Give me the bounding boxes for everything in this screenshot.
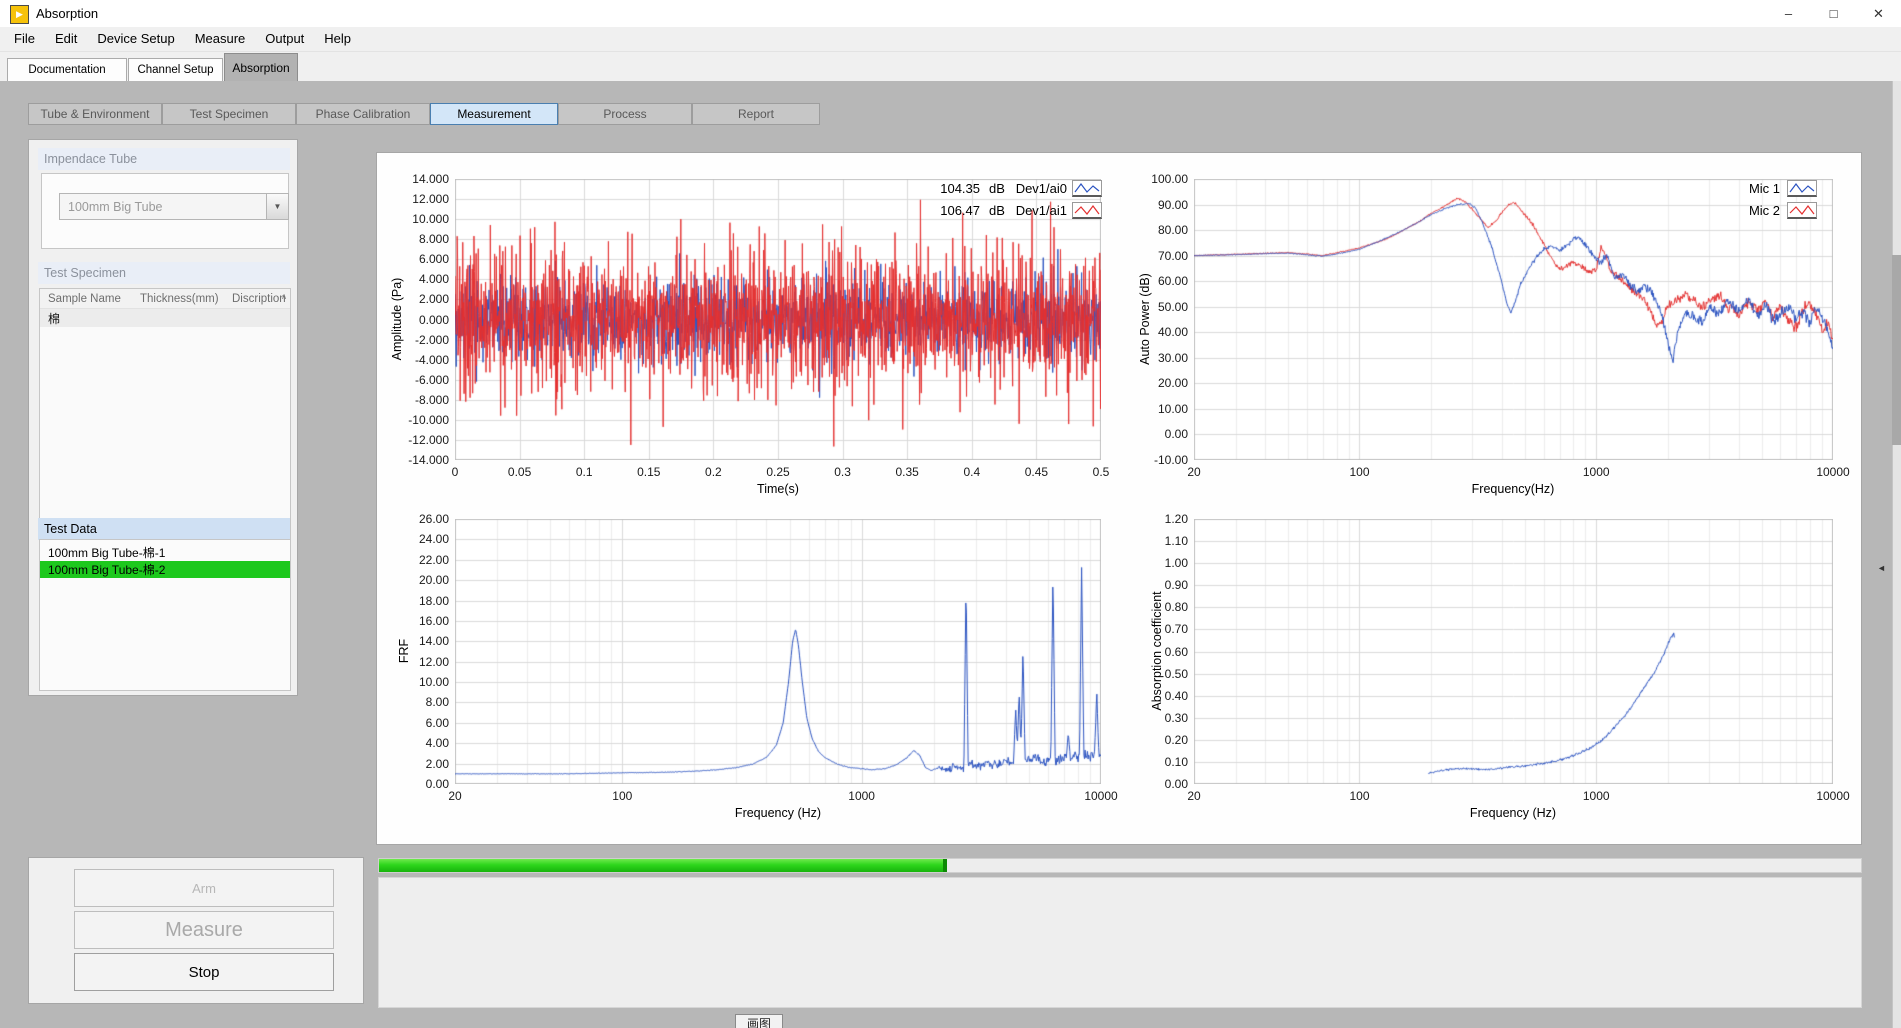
subtab-test-specimen[interactable]: Test Specimen xyxy=(162,103,296,125)
level-value-ai1: 106.47 xyxy=(860,203,980,218)
menu-item-measure[interactable]: Measure xyxy=(185,27,256,51)
list-item[interactable]: 100mm Big Tube-棉-1 xyxy=(40,544,290,561)
lower-empty-panel xyxy=(378,877,1862,1008)
measure-button[interactable]: Measure xyxy=(74,911,334,949)
list-item-selected[interactable]: 100mm Big Tube-棉-2 xyxy=(40,561,290,578)
tab-channel-setup[interactable]: Channel Setup xyxy=(128,58,223,81)
col-discription: Discription xyxy=(232,293,286,305)
plot-style-icon-blue[interactable] xyxy=(1072,180,1102,197)
maximize-button[interactable]: □ xyxy=(1811,0,1856,27)
menu-item-edit[interactable]: Edit xyxy=(45,27,87,51)
plot-style-icon-mic2[interactable] xyxy=(1787,202,1817,219)
collapse-left-icon[interactable]: ◄ xyxy=(1877,563,1886,573)
subtab-tube-environment[interactable]: Tube & Environment xyxy=(28,103,162,125)
chevron-down-icon[interactable]: ▼ xyxy=(266,194,288,219)
menu-item-file[interactable]: File xyxy=(4,27,45,51)
plot-style-icon-red[interactable] xyxy=(1072,202,1102,219)
tab-documentation[interactable]: Documentation xyxy=(7,58,127,81)
col-sample-name: Sample Name xyxy=(40,293,140,305)
main-tab-strip: Documentation Channel Setup Absorption xyxy=(0,52,1901,81)
axis-label-frequency-abs: Frequency (Hz) xyxy=(1470,806,1556,820)
axis-label-frf: FRF xyxy=(397,639,411,663)
plot-style-icon-mic1[interactable] xyxy=(1787,180,1817,197)
level-value-ai0: 104.35 xyxy=(860,181,980,196)
sample-name-cell: 棉 xyxy=(40,310,60,327)
legend-label-mic1: Mic 1 xyxy=(1690,181,1780,196)
tube-select-dropdown[interactable]: 100mm Big Tube ▼ xyxy=(59,193,289,220)
axis-label-frequency-top: Frequency(Hz) xyxy=(1472,482,1555,496)
test-specimen-header: Test Specimen xyxy=(38,262,290,284)
scrollbar-thumb[interactable] xyxy=(1892,255,1901,445)
sidebar-panel: Impendace Tube 100mm Big Tube ▼ Test Spe… xyxy=(28,139,298,696)
title-bar: ▶ Absorption – □ ✕ xyxy=(0,0,1901,27)
menu-bar: File Edit Device Setup Measure Output He… xyxy=(0,27,1901,52)
bottom-tab-huitu[interactable]: 画图 xyxy=(735,1014,783,1028)
legend-label-ai1: Dev1/ai1 xyxy=(975,203,1067,218)
legend-label-mic2: Mic 2 xyxy=(1690,203,1780,218)
minimize-button[interactable]: – xyxy=(1766,0,1811,27)
auto-power-plot xyxy=(1194,179,1833,460)
axis-label-absorption: Absorption coefficient xyxy=(1150,591,1164,710)
window-title: Absorption xyxy=(36,6,98,21)
application-window: ▶ Absorption – □ ✕ File Edit Device Setu… xyxy=(0,0,1901,1028)
axis-label-auto-power: Auto Power (dB) xyxy=(1138,273,1152,365)
stop-button[interactable]: Stop xyxy=(74,953,334,991)
test-data-header: Test Data xyxy=(38,518,290,540)
menu-item-help[interactable]: Help xyxy=(314,27,361,51)
arm-button[interactable]: Arm xyxy=(74,869,334,907)
test-data-list[interactable]: 100mm Big Tube-棉-1 100mm Big Tube-棉-2 xyxy=(39,539,291,691)
subtab-measurement[interactable]: Measurement xyxy=(430,103,558,125)
col-thickness: Thickness(mm) xyxy=(140,293,232,305)
absorption-coefficient-plot xyxy=(1194,519,1833,784)
subtab-process[interactable]: Process xyxy=(558,103,692,125)
frf-plot xyxy=(455,519,1101,784)
menu-item-device-setup[interactable]: Device Setup xyxy=(87,27,184,51)
axis-label-time: Time(s) xyxy=(757,482,799,496)
progress-fill xyxy=(379,859,947,872)
legend-label-ai0: Dev1/ai0 xyxy=(975,181,1067,196)
menu-item-output[interactable]: Output xyxy=(255,27,314,51)
scroll-up-icon[interactable]: ∧ xyxy=(281,293,287,301)
axis-label-amplitude: Amplitude (Pa) xyxy=(390,278,404,361)
axis-label-frequency-frf: Frequency (Hz) xyxy=(735,806,821,820)
table-row[interactable]: 棉 xyxy=(40,309,290,327)
measurement-progress-bar xyxy=(378,858,1862,873)
impedance-tube-header: Impendace Tube xyxy=(38,148,290,170)
vertical-scrollbar[interactable] xyxy=(1892,81,1901,1028)
tube-select-value: 100mm Big Tube xyxy=(68,200,163,214)
time-waveform-plot xyxy=(455,179,1101,460)
table-header-row: Sample Name Thickness(mm) Discription xyxy=(40,289,290,309)
tab-absorption[interactable]: Absorption xyxy=(224,53,298,81)
close-button[interactable]: ✕ xyxy=(1856,0,1901,27)
subtab-phase-calibration[interactable]: Phase Calibration xyxy=(296,103,430,125)
subtab-report[interactable]: Report xyxy=(692,103,820,125)
labview-run-arrow-icon: ▶ xyxy=(10,5,29,24)
control-buttons-panel: Arm Measure Stop xyxy=(28,857,364,1004)
